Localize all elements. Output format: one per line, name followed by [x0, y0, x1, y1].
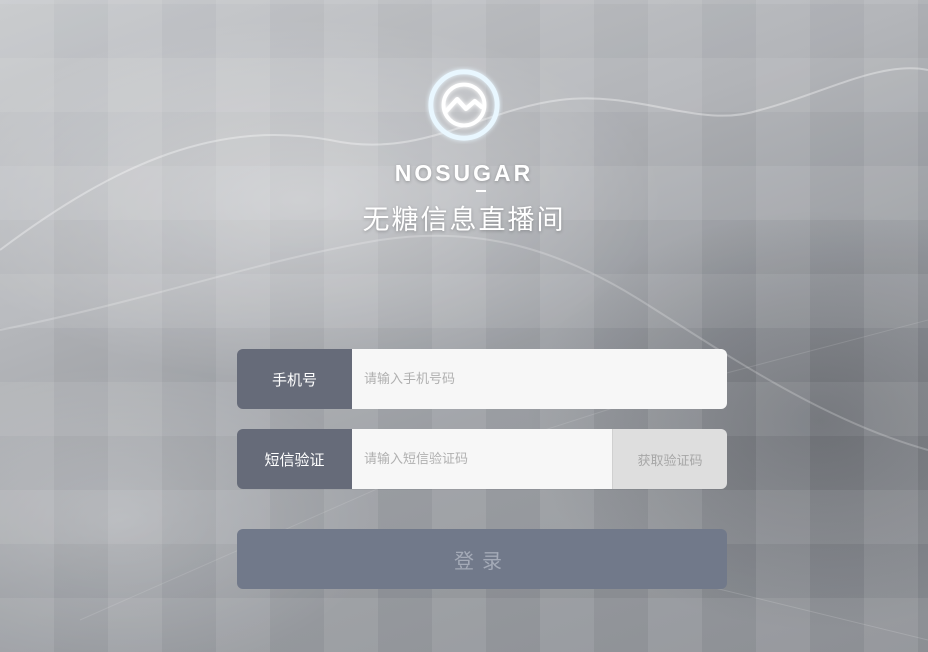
brand-name: NOSUGAR — [394, 160, 534, 186]
phone-row: 手机号 — [237, 349, 727, 409]
brand-divider — [476, 190, 486, 192]
get-code-button[interactable]: 获取验证码 — [612, 429, 727, 489]
brand-subtitle: 无糖信息直播间 — [362, 205, 566, 236]
sms-row: 短信验证 获取验证码 — [237, 429, 727, 489]
login-button[interactable]: 登录 — [237, 529, 727, 589]
phone-label: 手机号 — [237, 349, 352, 409]
trend-chart-circle-icon — [428, 69, 500, 141]
phone-input[interactable] — [352, 349, 727, 409]
sms-label: 短信验证 — [237, 429, 352, 489]
login-form: 手机号 短信验证 获取验证码 登录 — [237, 349, 727, 589]
sms-code-input[interactable] — [352, 429, 612, 489]
logo — [0, 66, 928, 148]
